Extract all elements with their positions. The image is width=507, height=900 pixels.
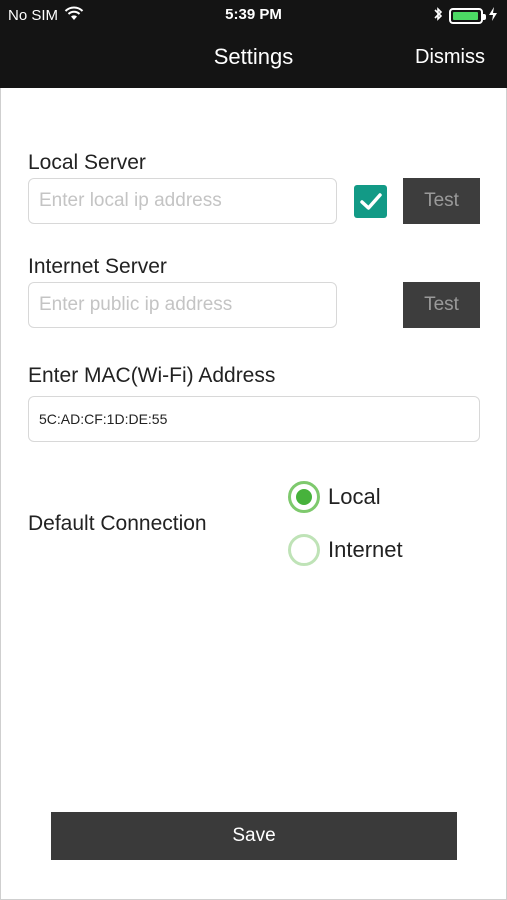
battery-level — [453, 12, 478, 20]
radio-option-internet[interactable]: Internet — [288, 534, 403, 566]
test-internet-button[interactable]: Test — [403, 282, 480, 328]
charging-icon — [489, 7, 497, 25]
local-server-label: Local Server — [28, 151, 146, 174]
local-ip-input[interactable]: Enter local ip address — [28, 178, 337, 224]
test-local-button[interactable]: Test — [403, 178, 480, 224]
internet-server-label: Internet Server — [28, 255, 167, 278]
status-bar: No SIM 5:39 PM — [0, 0, 507, 30]
top-bar: No SIM 5:39 PM Settings Dismiss — [0, 0, 507, 88]
default-connection-label: Default Connection — [28, 512, 207, 535]
screen-frame — [0, 0, 507, 900]
status-right-group — [433, 6, 497, 26]
local-server-checkbox[interactable] — [354, 185, 387, 218]
radio-label-internet: Internet — [328, 537, 403, 562]
checkmark-icon — [359, 192, 382, 210]
bluetooth-icon — [433, 6, 443, 26]
radio-unchecked-icon[interactable] — [288, 534, 320, 566]
mac-address-input[interactable]: 5C:AD:CF:1D:DE:55 — [28, 396, 480, 442]
radio-checked-icon[interactable] — [288, 481, 320, 513]
mac-address-label: Enter MAC(Wi-Fi) Address — [28, 364, 276, 387]
save-button[interactable]: Save — [51, 812, 457, 860]
radio-option-local[interactable]: Local — [288, 481, 381, 513]
battery-icon — [449, 8, 486, 24]
dismiss-button[interactable]: Dismiss — [415, 46, 485, 69]
radio-label-local: Local — [328, 484, 381, 509]
public-ip-input[interactable]: Enter public ip address — [28, 282, 337, 328]
clock: 5:39 PM — [225, 6, 282, 23]
